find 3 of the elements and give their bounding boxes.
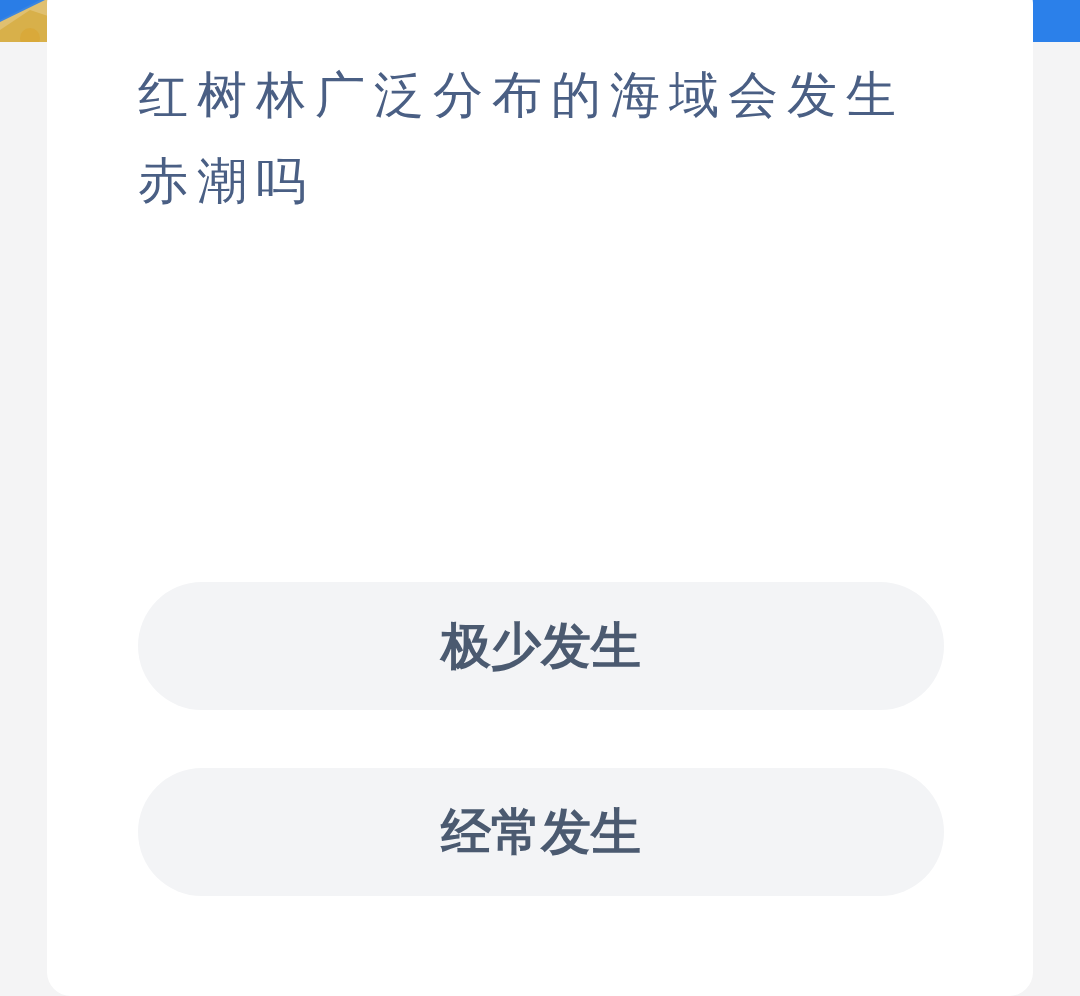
answer-option-button[interactable]: 极少发生 — [138, 582, 944, 710]
question-text: 红树林广泛分布的海域会发生赤潮吗 — [138, 65, 906, 212]
answer-option-button[interactable]: 经常发生 — [138, 768, 944, 896]
